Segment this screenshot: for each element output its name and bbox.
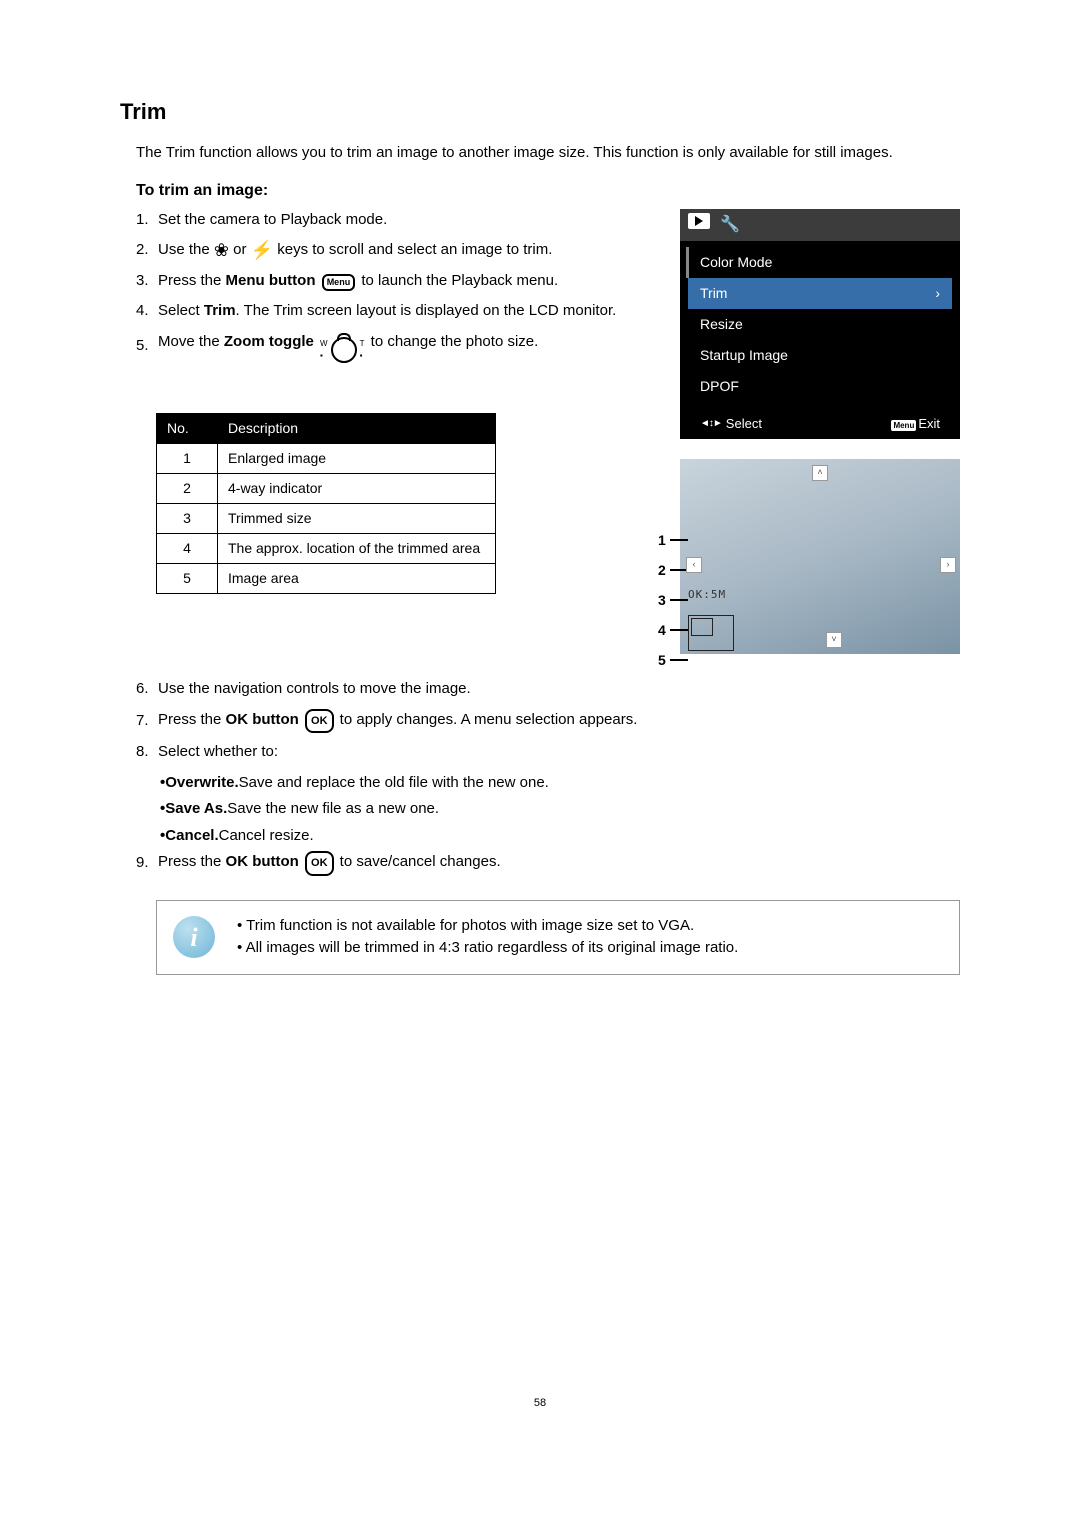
description-table: No.Description 1Enlarged image 24-way in…	[156, 413, 496, 594]
arrow-left-icon: ‹	[686, 557, 702, 573]
exit-indicator: MenuExit	[891, 414, 940, 434]
menu-item-dpof: DPOF	[680, 371, 960, 402]
menu-item-resize: Resize	[680, 309, 960, 340]
menu-item-color-mode: Color Mode	[686, 247, 960, 278]
menu-item-startup: Startup Image	[680, 340, 960, 371]
step-7: 7. Press the OK button OK to apply chang…	[136, 709, 960, 734]
step-3: 3. Press the Menu button Menu to launch …	[136, 270, 656, 293]
image-area-box	[688, 615, 734, 651]
step-1: 1.Set the camera to Playback mode.	[136, 209, 656, 232]
step-5: 5. Move the Zoom toggle W▪T▪ to change t…	[136, 331, 656, 363]
sub-save-as: Save As. Save the new file as a new one.	[160, 798, 960, 821]
table-row: 4The approx. location of the trimmed are…	[157, 533, 496, 563]
chevron-right-icon: ›	[935, 283, 940, 304]
zoom-toggle-icon: W▪T▪	[320, 337, 364, 363]
table-row: 1Enlarged image	[157, 443, 496, 473]
step-4: 4. Select Trim. The Trim screen layout i…	[136, 300, 656, 323]
ok-button-icon: OK	[305, 709, 334, 734]
page-title: Trim	[120, 95, 960, 128]
lcd-menu: 🔧 Color Mode Trim› Resize Startup Image …	[680, 209, 960, 440]
ok-button-icon: OK	[305, 851, 334, 876]
wrench-icon: 🔧	[720, 213, 740, 237]
info-icon: i	[173, 916, 215, 958]
table-row: 5Image area	[157, 563, 496, 593]
arrow-down-icon: ˅	[826, 632, 842, 648]
step-8: 8.Select whether to:	[136, 741, 960, 764]
intro-text: The Trim function allows you to trim an …	[136, 142, 960, 165]
trim-preview: 12345 ˄ ˅ ‹ › OK:5M	[680, 459, 960, 654]
menu-button-icon: Menu	[322, 274, 356, 292]
bolt-icon: ⚡	[251, 241, 273, 259]
select-indicator: Select	[700, 414, 762, 434]
arrow-up-icon: ˄	[812, 465, 828, 481]
page-number: 58	[120, 1395, 960, 1412]
subtitle: To trim an image:	[136, 179, 960, 203]
sub-cancel: Cancel. Cancel resize.	[160, 825, 960, 848]
step-9: 9. Press the OK button OK to save/cancel…	[136, 851, 960, 876]
trim-location-box	[691, 618, 713, 636]
info-note: i Trim function is not available for pho…	[156, 900, 960, 975]
step-6: 6.Use the navigation controls to move th…	[136, 678, 960, 701]
callout-numbers: 12345	[658, 525, 688, 675]
arrow-right-icon: ›	[940, 557, 956, 573]
trimmed-size-label: OK:5M	[688, 587, 726, 604]
info-note-2: All images will be trimmed in 4:3 ratio …	[237, 937, 738, 960]
table-row: 3Trimmed size	[157, 503, 496, 533]
playback-icon	[688, 213, 710, 229]
info-note-1: Trim function is not available for photo…	[237, 915, 738, 938]
sub-overwrite: Overwrite. Save and replace the old file…	[160, 772, 960, 795]
menu-item-trim: Trim›	[688, 278, 952, 309]
table-row: 24-way indicator	[157, 473, 496, 503]
step-2: 2. Use the ❀ or ⚡ keys to scroll and sel…	[136, 239, 656, 262]
flower-icon: ❀	[214, 241, 229, 259]
